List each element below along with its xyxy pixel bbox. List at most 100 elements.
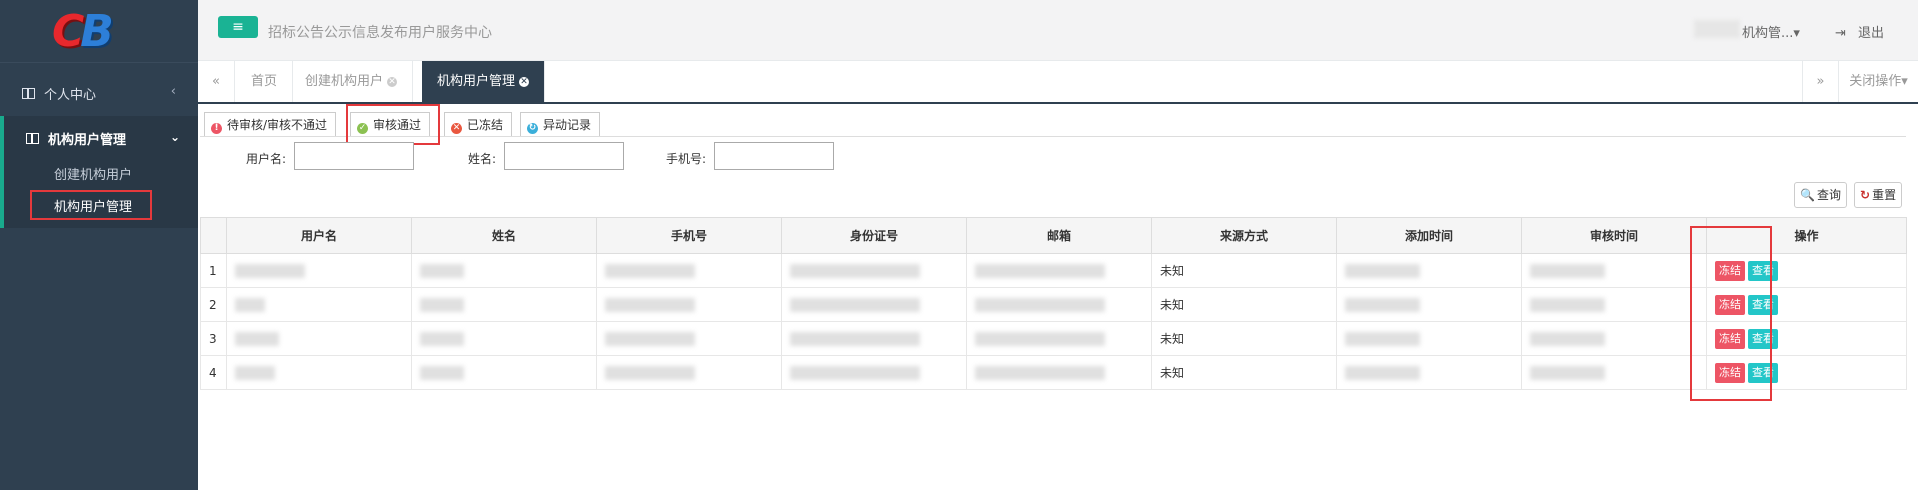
- phone-label: 手机号:: [666, 152, 707, 166]
- phone-input[interactable]: [714, 142, 834, 170]
- columns-icon: [22, 87, 35, 99]
- highlight-box: [346, 104, 440, 145]
- user-menu[interactable]: 机构管...▾: [1742, 22, 1800, 41]
- redacted-text: [1530, 297, 1605, 312]
- sidebar-item-org-user-management[interactable]: 机构用户管理 ⌄: [4, 116, 202, 160]
- sidebar: CB 个人中心 ‹ 机构用户管理 ⌄ 创建机构用户 机构用户管理: [0, 0, 198, 490]
- avatar: [1694, 20, 1740, 38]
- column-header-review-time[interactable]: 审核时间: [1521, 217, 1707, 254]
- sidebar-item-personal-center[interactable]: 个人中心 ‹: [0, 70, 198, 116]
- app-title: 招标公告公示信息发布用户服务中心: [268, 25, 492, 41]
- redacted-text: [235, 365, 275, 380]
- row-number: 4: [200, 355, 227, 390]
- redacted-text: [605, 331, 695, 346]
- column-header-source[interactable]: 来源方式: [1151, 217, 1337, 254]
- redacted-text: [790, 365, 920, 380]
- logo-mark: CB: [52, 6, 114, 57]
- redacted-text: [975, 365, 1105, 380]
- username-input[interactable]: [294, 142, 414, 170]
- menu-toggle-button[interactable]: ≡: [218, 16, 258, 38]
- redacted-text: [420, 331, 464, 346]
- source-cell: 未知: [1151, 253, 1337, 288]
- sidebar-subitem-create-org-user[interactable]: 创建机构用户: [54, 164, 132, 183]
- tab-org-user-management[interactable]: 机构用户管理 ✕: [422, 61, 546, 102]
- top-header: ≡ 招标公告公示信息发布用户服务中心 机构管...▾ ⇥ 退出: [198, 0, 1918, 61]
- columns-icon: [26, 132, 39, 144]
- reset-button[interactable]: ↻ 重置: [1854, 182, 1903, 208]
- status-tab-pending[interactable]: ! 待审核/审核不通过: [204, 112, 337, 136]
- user-table: 用户名 姓名 手机号 身份证号 邮箱 来源方式 添加时间 审核时间 操作 1 未…: [200, 217, 1907, 390]
- tab-scroll-right-button[interactable]: »: [1802, 61, 1838, 102]
- tab-create-org-user[interactable]: 创建机构用户 ✕: [290, 61, 414, 102]
- source-cell: 未知: [1151, 355, 1337, 390]
- highlight-box: [30, 190, 152, 220]
- sidebar-item-label: 个人中心: [44, 87, 97, 103]
- close-operations-dropdown[interactable]: 关闭操作▾: [1838, 61, 1918, 102]
- tab-home[interactable]: 首页: [236, 61, 294, 102]
- redacted-text: [790, 297, 920, 312]
- name-label: 姓名:: [468, 152, 497, 166]
- table-row[interactable]: 4 未知 冻结 查看: [200, 355, 1907, 390]
- redacted-text: [235, 331, 279, 346]
- source-cell: 未知: [1151, 321, 1337, 356]
- table-row[interactable]: 2 未知 冻结 查看: [200, 287, 1907, 322]
- table-row[interactable]: 3 未知 冻结 查看: [200, 321, 1907, 356]
- query-button[interactable]: 🔍 查询: [1794, 182, 1847, 208]
- column-header-id-number[interactable]: 身份证号: [781, 217, 967, 254]
- redacted-text: [1530, 331, 1605, 346]
- sign-out-icon: ⇥: [1835, 26, 1846, 41]
- row-number: 2: [200, 287, 227, 322]
- caret-down-icon: ▾: [1793, 26, 1800, 41]
- logout-button[interactable]: ⇥ 退出: [1835, 22, 1884, 41]
- status-tab-frozen[interactable]: ✕ 已冻结: [444, 112, 513, 136]
- chevron-left-icon: ‹: [170, 84, 176, 99]
- redacted-text: [605, 365, 695, 380]
- column-header-email[interactable]: 邮箱: [966, 217, 1152, 254]
- highlight-box: [1690, 226, 1772, 401]
- redacted-text: [1345, 365, 1420, 380]
- redacted-text: [1345, 263, 1420, 278]
- redacted-text: [420, 297, 464, 312]
- column-header-added-time[interactable]: 添加时间: [1336, 217, 1522, 254]
- name-input[interactable]: [504, 142, 624, 170]
- redacted-text: [605, 297, 695, 312]
- redacted-text: [1345, 297, 1420, 312]
- redacted-text: [420, 365, 464, 380]
- close-circle-icon: ✕: [451, 123, 462, 134]
- column-header: [200, 217, 227, 254]
- redacted-text: [790, 331, 920, 346]
- redacted-text: [1530, 263, 1605, 278]
- redacted-text: [975, 297, 1105, 312]
- table-header-row: 用户名 姓名 手机号 身份证号 邮箱 来源方式 添加时间 审核时间 操作: [200, 217, 1907, 254]
- redacted-text: [235, 297, 265, 312]
- redacted-text: [605, 263, 695, 278]
- column-header-phone[interactable]: 手机号: [596, 217, 782, 254]
- chevron-down-icon: ⌄: [169, 130, 180, 144]
- source-cell: 未知: [1151, 287, 1337, 322]
- username-label: 用户名:: [246, 152, 287, 166]
- row-number: 1: [200, 253, 227, 288]
- column-header-username[interactable]: 用户名: [226, 217, 412, 254]
- page-tab-bar: « 首页 创建机构用户 ✕ 机构用户管理 ✕ » 关闭操作▾: [198, 61, 1918, 104]
- redacted-text: [1530, 365, 1605, 380]
- search-icon: 🔍: [1800, 188, 1815, 202]
- logo: CB: [0, 0, 198, 63]
- double-chevron-left-icon: «: [212, 74, 220, 89]
- redacted-text: [1345, 331, 1420, 346]
- redacted-text: [420, 263, 464, 278]
- column-header-name[interactable]: 姓名: [411, 217, 597, 254]
- refresh-icon: ↻: [1860, 188, 1871, 202]
- double-chevron-right-icon: »: [1816, 74, 1825, 89]
- tab-scroll-left-button[interactable]: «: [198, 61, 235, 102]
- sidebar-item-label: 机构用户管理: [48, 132, 127, 148]
- table-row[interactable]: 1 未知 冻结 查看: [200, 253, 1907, 288]
- close-icon[interactable]: ✕: [387, 76, 398, 87]
- close-icon[interactable]: ✕: [519, 76, 530, 87]
- status-tab-change-log[interactable]: ↻ 异动记录: [520, 112, 601, 136]
- refresh-icon: ↻: [527, 123, 538, 134]
- exclamation-icon: !: [211, 123, 222, 134]
- redacted-text: [975, 331, 1105, 346]
- redacted-text: [975, 263, 1105, 278]
- hamburger-icon: ≡: [232, 19, 244, 35]
- redacted-text: [790, 263, 920, 278]
